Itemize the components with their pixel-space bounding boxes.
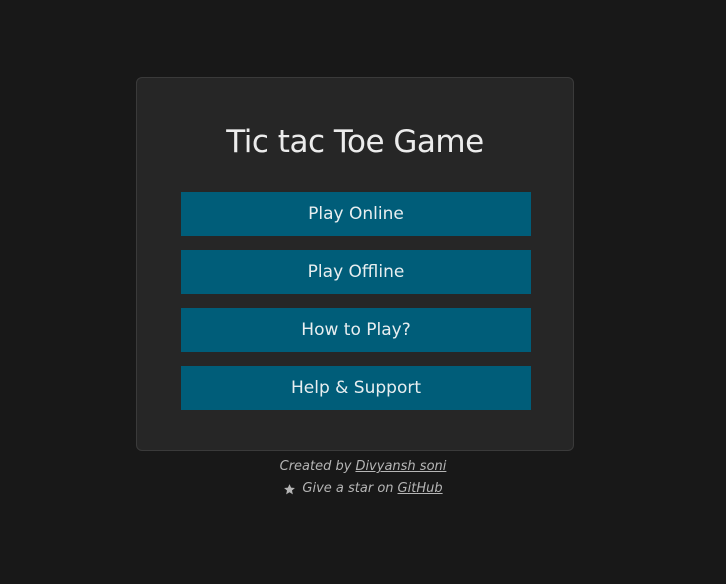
play-online-button[interactable]: Play Online: [181, 192, 531, 236]
github-star-line: Give a star on GitHub: [0, 478, 726, 500]
page: Tic tac Toe Game Play Online Play Offlin…: [0, 0, 726, 584]
author-link[interactable]: Divyansh soni: [355, 456, 446, 478]
credits-line: Created by Divyansh soni: [0, 456, 726, 478]
page-title: Tic tac Toe Game: [226, 124, 484, 160]
main-menu: Play Online Play Offline How to Play? He…: [181, 192, 531, 410]
created-by-text: Created by: [279, 459, 352, 474]
help-support-button[interactable]: Help & Support: [181, 366, 531, 410]
star-icon: [283, 483, 296, 496]
how-to-play-button[interactable]: How to Play?: [181, 308, 531, 352]
main-menu-card: Tic tac Toe Game Play Online Play Offlin…: [136, 77, 574, 451]
give-star-text: Give a star on: [302, 481, 394, 496]
footer: Created by Divyansh soni Give a star on …: [0, 456, 726, 500]
github-link[interactable]: GitHub: [398, 478, 443, 500]
play-offline-button[interactable]: Play Offline: [181, 250, 531, 294]
